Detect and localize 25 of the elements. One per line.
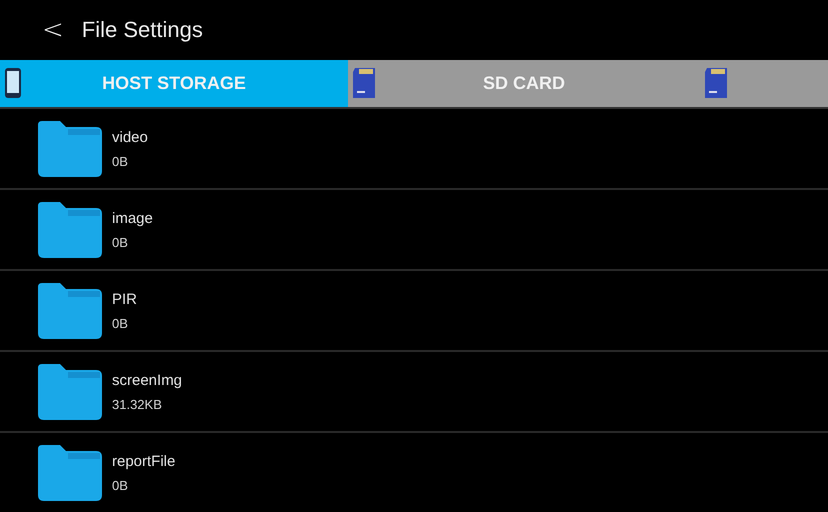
folder-size: 0B — [112, 316, 129, 330]
folder-icon — [38, 282, 102, 338]
folder-row[interactable]: image 0B — [0, 190, 828, 271]
folder-name: screenImg — [112, 372, 182, 388]
folder-row[interactable]: screenImg 31.32KB — [0, 352, 828, 433]
phone-icon — [4, 67, 22, 99]
folder-icon — [38, 120, 102, 176]
folder-size: 0B — [112, 478, 129, 492]
folder-row[interactable]: reportFile 0B — [0, 433, 828, 512]
sd-card-icon — [704, 67, 730, 99]
folder-name: video — [112, 128, 148, 146]
folder-name: image — [112, 210, 153, 226]
back-button[interactable]: < — [42, 15, 64, 45]
folder-name: reportFile — [112, 452, 176, 470]
folder-name: PIR — [112, 290, 138, 308]
folder-icon — [38, 364, 102, 420]
screen-title: File Settings — [82, 17, 203, 43]
folder-row[interactable]: PIR 0B — [0, 271, 828, 352]
folder-icon — [38, 202, 102, 258]
folder-size: 0B — [112, 154, 129, 168]
folder-size: 0B — [112, 234, 129, 250]
folder-row[interactable]: video 0B — [0, 109, 828, 190]
folder-size: 31.32KB — [112, 396, 163, 412]
sd-card-icon — [352, 67, 378, 99]
folder-icon — [38, 444, 102, 500]
